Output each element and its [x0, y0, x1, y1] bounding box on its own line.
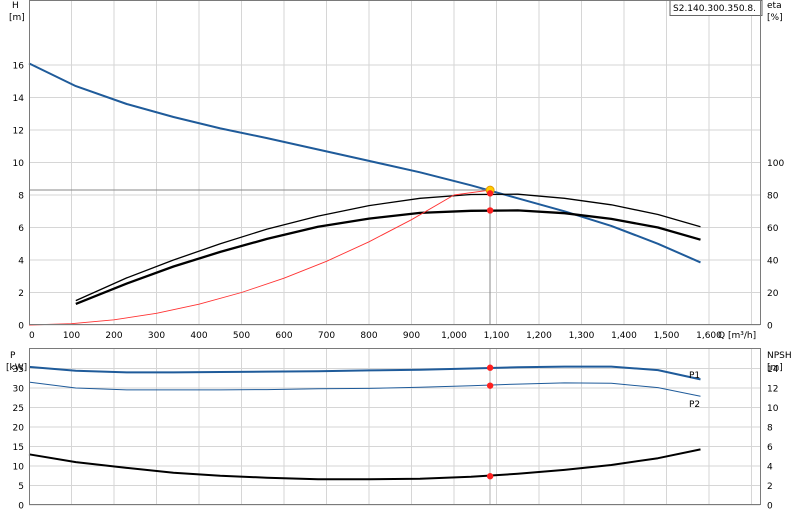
x-tick-label: 100: [63, 331, 80, 341]
top-left-tick-label: 16: [13, 62, 25, 72]
bottom-right-tick-label: 0: [767, 502, 773, 512]
x-tick-label: 300: [148, 331, 165, 341]
op-marker: [486, 382, 494, 389]
top-left-tick-label: 12: [13, 127, 24, 137]
x-tick-label: 500: [233, 331, 250, 341]
x-tick-label: 900: [403, 331, 420, 341]
bottom-left-tick-label: 5: [18, 482, 24, 492]
series-label-p2: P2: [689, 400, 700, 410]
top-chart-series: [28, 62, 701, 326]
bottom-left-tick-label: 30: [13, 385, 25, 395]
bottom-left-tick-label: 0: [18, 502, 24, 512]
op-marker: [486, 364, 494, 371]
top-right-tick-label: 80: [767, 192, 779, 202]
top-right-axis-title: eta: [767, 1, 782, 11]
top-left-tick-label: 4: [18, 257, 24, 267]
x-tick-label: 1,400: [611, 331, 637, 341]
bottom-right-tick-label: 10: [767, 404, 779, 414]
x-tick-label: 1,500: [654, 331, 680, 341]
bottom-right-tick-label: 2: [767, 482, 773, 492]
op-marker: [486, 473, 494, 480]
bottom-right-tick-label: 6: [767, 443, 773, 453]
model-label: S2.140.300.350.8.: [673, 4, 756, 14]
op-marker: [486, 207, 494, 214]
bottom-left-tick-label: 10: [13, 463, 25, 473]
bottom-chart-ticks: 0510152025303502468101214: [13, 365, 779, 512]
top-right-tick-label: 60: [767, 224, 779, 234]
bottom-right-axis-unit: [m]: [767, 363, 783, 373]
x-tick-label: 1,200: [526, 331, 552, 341]
top-left-tick-label: 2: [18, 289, 24, 299]
top-left-tick-label: 0: [18, 322, 24, 332]
top-right-tick-label: 0: [767, 322, 773, 332]
x-tick-label: 600: [275, 331, 292, 341]
x-tick-label: 0: [29, 331, 35, 341]
top-left-axis-title: H: [12, 1, 19, 11]
top-right-axis-unit: [%]: [767, 13, 783, 23]
bottom-left-axis-unit: [kW]: [6, 363, 27, 373]
x-tick-label: 700: [318, 331, 335, 341]
bottom-right-tick-label: 12: [767, 385, 778, 395]
top-series-system: [28, 189, 491, 326]
pump-curve-chart: 02468101214160204060801000 100 200 300 400 50…: [6, 0, 792, 512]
top-chart-grid: [29, 0, 760, 326]
series-label-p1: P1: [689, 371, 700, 381]
top-series-eta_p1: [75, 193, 701, 302]
top-left-tick-label: 10: [13, 159, 25, 169]
top-right-tick-label: 40: [767, 257, 779, 267]
x-tick-label: 200: [105, 331, 122, 341]
top-left-tick-label: 6: [18, 224, 24, 234]
op-marker: [486, 190, 494, 197]
x-tick-label: 1,100: [484, 331, 510, 341]
bottom-series-P2: [28, 381, 701, 397]
bottom-left-tick-label: 15: [13, 443, 24, 453]
x-axis-label: Q [m³/h]: [718, 331, 756, 341]
x-tick-label: 800: [360, 331, 377, 341]
top-right-tick-label: 20: [767, 289, 779, 299]
bottom-left-axis-title: P: [10, 351, 16, 361]
x-tick-label: 400: [190, 331, 207, 341]
bottom-left-tick-label: 25: [13, 404, 24, 414]
x-tick-label: 1,300: [569, 331, 595, 341]
bottom-right-tick-label: 8: [767, 424, 773, 434]
top-left-axis-unit: [m]: [9, 13, 25, 23]
top-left-tick-label: 8: [18, 192, 24, 202]
bottom-right-tick-label: 4: [767, 463, 773, 473]
top-right-tick-label: 100: [767, 159, 784, 169]
bottom-series-NPSH: [28, 448, 701, 481]
x-tick-label: 1,000: [441, 331, 467, 341]
bottom-right-axis-title: NPSH: [767, 351, 792, 361]
bottom-left-tick-label: 20: [13, 424, 25, 434]
top-left-tick-label: 14: [13, 94, 25, 104]
